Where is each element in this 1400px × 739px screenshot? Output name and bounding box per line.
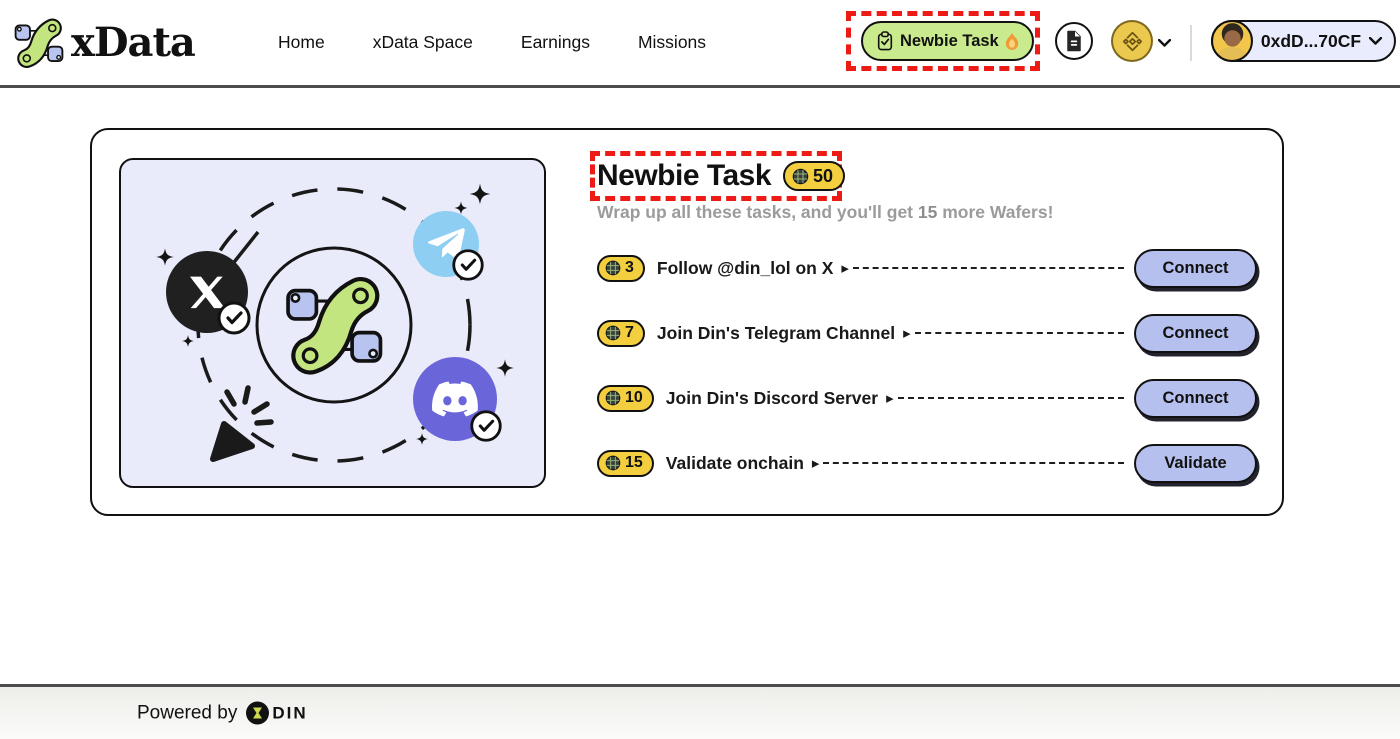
illustration-panel (119, 158, 546, 488)
task-row: 10 Join Din's Discord Server ▸ Connect (597, 378, 1257, 418)
din-link[interactable]: DIN (246, 701, 308, 725)
validate-button[interactable]: Validate (1134, 443, 1257, 483)
chevron-down-icon (1369, 36, 1382, 45)
points-value: 7 (625, 324, 634, 341)
chevron-down-icon[interactable] (1158, 39, 1171, 48)
network-selector-button[interactable] (1111, 20, 1153, 62)
points-value: 15 (625, 454, 643, 471)
points-badge: 7 (597, 319, 645, 347)
arrow-right-icon: ▸ (903, 324, 911, 342)
task-row: 15 Validate onchain ▸ Validate (597, 443, 1257, 483)
nav-xdata-space[interactable]: xData Space (373, 32, 473, 53)
points-value: 3 (625, 259, 634, 276)
task-row: 3 Follow @din_lol on X ▸ Connect (597, 248, 1257, 288)
docs-button[interactable] (1055, 22, 1093, 60)
footer: Powered by DIN @DIN Data Intelligenc... (0, 684, 1400, 739)
nav-home[interactable]: Home (278, 32, 325, 53)
discord-circle-icon (413, 357, 502, 442)
wafer-icon (605, 260, 621, 276)
fire-icon (1005, 32, 1018, 50)
page-title: Newbie Task (597, 159, 772, 192)
wallet-button[interactable]: 0xdD...70CF (1211, 20, 1396, 62)
dashed-leader (914, 332, 1124, 334)
reward-badge: 50 (783, 161, 846, 191)
points-badge: 15 (597, 449, 654, 477)
wafer-icon (605, 455, 621, 471)
wafer-icon (605, 390, 621, 406)
main-nav: Home xData Space Earnings Missions (278, 0, 706, 85)
avatar (1211, 20, 1253, 62)
powered-by-text: Powered by (137, 702, 238, 723)
task-label: Validate onchain (665, 452, 804, 473)
x-circle-icon (166, 251, 251, 335)
nav-missions[interactable]: Missions (638, 32, 706, 53)
arrow-right-icon: ▸ (841, 259, 849, 277)
points-value: 10 (625, 389, 643, 406)
din-wordmark: DIN (272, 703, 308, 722)
brand-logo[interactable]: xData (14, 18, 196, 68)
header-divider (1190, 25, 1192, 61)
newbie-task-button[interactable]: Newbie Task (861, 21, 1034, 61)
connect-button[interactable]: Connect (1134, 313, 1257, 353)
clipboard-check-icon (877, 31, 893, 51)
task-panel: Newbie Task 50 Wrap up all these tasks, … (597, 154, 1257, 483)
points-badge: 3 (597, 254, 645, 282)
task-label: Join Din's Discord Server (665, 387, 879, 408)
task-label: Follow @din_lol on X (656, 257, 834, 278)
dashed-leader (852, 267, 1124, 269)
cursor-icon (210, 385, 274, 462)
subtitle-highlight: 15 (917, 202, 938, 222)
connect-button[interactable]: Connect (1134, 248, 1257, 288)
subtitle-prefix: Wrap up all these tasks, and you'll get (597, 202, 918, 222)
brand-wordmark: xData (71, 18, 196, 66)
wallet-address: 0xdD...70CF (1260, 30, 1362, 51)
arrow-right-icon: ▸ (886, 389, 894, 407)
hero-illustration (156, 183, 514, 463)
points-badge: 10 (597, 384, 654, 412)
telegram-circle-icon (413, 211, 484, 281)
connect-button[interactable]: Connect (1134, 378, 1257, 418)
bnb-chain-icon (1122, 31, 1142, 51)
task-label: Join Din's Telegram Channel (656, 322, 896, 343)
document-icon (1067, 30, 1081, 52)
xdata-logo-icon (14, 18, 64, 68)
newbie-task-label: Newbie Task (900, 31, 999, 50)
reward-count: 50 (813, 165, 834, 186)
page: xData Home xData Space Earnings Missions… (0, 0, 1400, 739)
orbit-segment (229, 230, 260, 268)
title-row: Newbie Task 50 (597, 154, 1257, 198)
newbie-task-card: Newbie Task 50 Wrap up all these tasks, … (90, 128, 1284, 516)
wafer-icon (605, 325, 621, 341)
dashed-leader (897, 397, 1124, 399)
dashed-leader (823, 462, 1124, 464)
subtitle-suffix: more Wafers! (937, 202, 1054, 222)
subtitle: Wrap up all these tasks, and you'll get … (597, 202, 1257, 224)
din-logo-icon (246, 701, 270, 725)
task-row: 7 Join Din's Telegram Channel ▸ Connect (597, 313, 1257, 353)
nav-earnings[interactable]: Earnings (521, 32, 590, 53)
wafer-icon (792, 168, 809, 184)
powered-by: Powered by DIN (137, 701, 308, 725)
header: xData Home xData Space Earnings Missions… (0, 0, 1400, 88)
arrow-right-icon: ▸ (811, 454, 820, 472)
